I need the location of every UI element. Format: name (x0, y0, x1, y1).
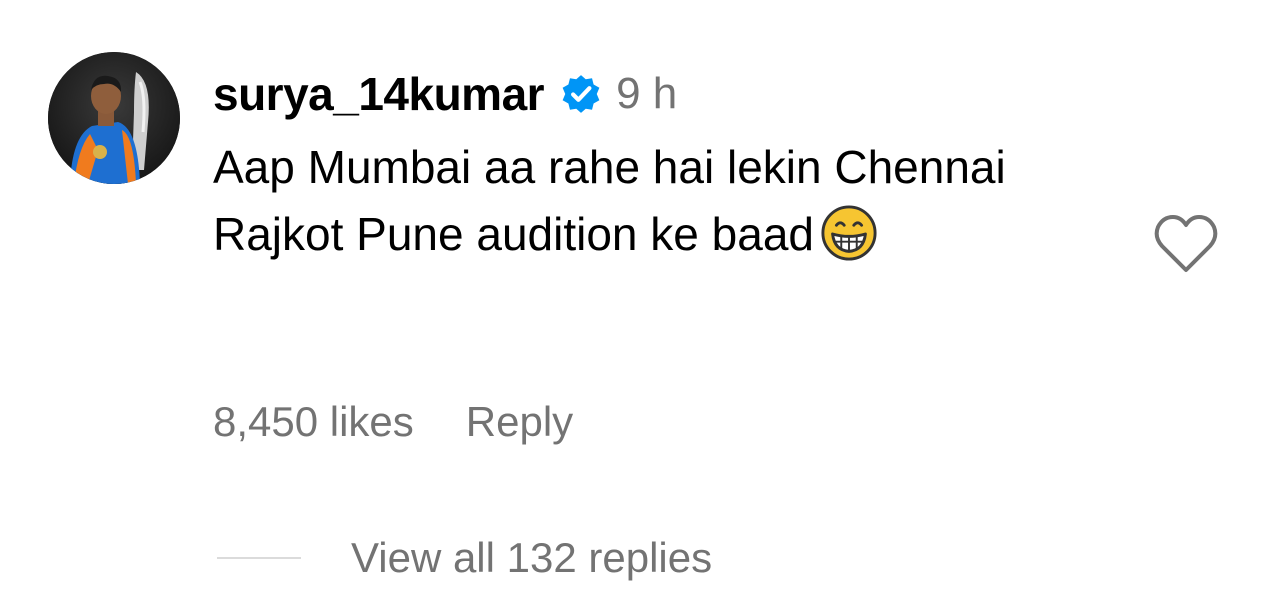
likes-count[interactable]: 8,450 likes (213, 398, 414, 446)
view-replies-button[interactable]: View all 132 replies (217, 530, 712, 586)
comment-actions: 8,450 likes Reply (213, 394, 573, 450)
view-replies-label: View all 132 replies (351, 534, 713, 581)
grinning-face-emoji-icon (821, 205, 877, 261)
avatar[interactable] (48, 52, 180, 184)
comment-time: 9 h (616, 69, 678, 118)
comment-header: surya_14kumar 9 h (213, 66, 677, 122)
heart-outline-icon[interactable] (1152, 212, 1220, 276)
verified-badge-icon (562, 75, 600, 113)
username[interactable]: surya_14kumar (213, 67, 545, 121)
reply-button[interactable]: Reply (466, 398, 573, 446)
replies-divider (217, 557, 301, 559)
comment-text: Aap Mumbai aa rahe hai lekin Chennai Raj… (213, 141, 1006, 260)
avatar-image (48, 52, 180, 184)
comment: surya_14kumar 9 h Aap Mumbai aa rahe hai… (0, 0, 1280, 605)
comment-body: Aap Mumbai aa rahe hai lekin Chennai Raj… (213, 134, 1113, 268)
